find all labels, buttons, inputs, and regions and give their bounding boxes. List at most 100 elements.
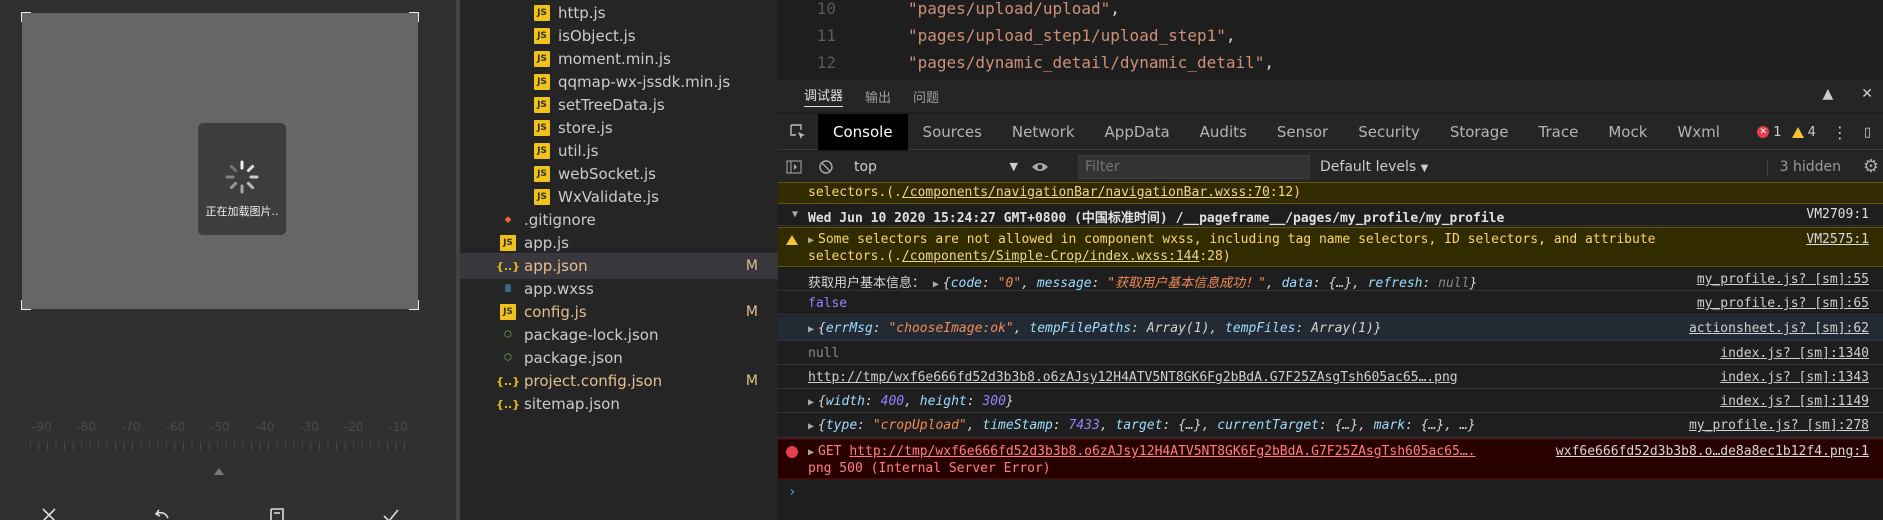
ruler-label: -40 (254, 420, 275, 434)
source-link[interactable]: my_profile.js? [sm]:55 (1697, 272, 1869, 287)
source-link[interactable]: my_profile.js? [sm]:278 (1689, 418, 1869, 433)
clear-console-icon[interactable] (810, 151, 842, 183)
source-link[interactable]: VM2575:1 (1806, 232, 1869, 247)
filter-input[interactable] (1078, 154, 1310, 179)
image-url-link[interactable]: http://tmp/wxf6e666fd52d3b3b8.o6zAJsy12H… (808, 370, 1458, 385)
context-value: top (854, 158, 877, 175)
code-string: "pages/dynamic_detail/dynamic_detail" (908, 53, 1265, 72)
source-link[interactable]: my_profile.js? [sm]:65 (1697, 296, 1869, 311)
tab-sources[interactable]: Sources (908, 114, 997, 150)
tab-trace[interactable]: Trace (1524, 114, 1594, 150)
file-name: moment.min.js (558, 50, 671, 68)
file-name: .gitignore (524, 211, 596, 229)
request-url-link[interactable]: http://tmp/wxf6e666fd52d3b3b8.o6zAJsy12H… (849, 444, 1475, 459)
file-name: sitemap.json (524, 395, 620, 413)
ruler-label: -30 (299, 420, 319, 434)
tab-sensor[interactable]: Sensor (1262, 114, 1343, 150)
crop-corner-top-right[interactable] (409, 12, 419, 22)
file-name: app.js (524, 234, 569, 252)
expand-triangle-icon[interactable]: ▶ (933, 279, 939, 290)
expand-triangle-icon[interactable]: ▶ (808, 235, 814, 246)
tab-storage[interactable]: Storage (1435, 114, 1524, 150)
tab-output[interactable]: 输出 (865, 87, 891, 106)
source-link[interactable]: VM2709:1 (1806, 207, 1869, 222)
line-number: 10 (816, 0, 836, 18)
code-punctuation: , (1225, 26, 1236, 45)
undo-icon[interactable] (154, 508, 172, 520)
js-file-icon: JS (500, 304, 516, 320)
ruler-label: -60 (165, 420, 186, 434)
dock-icon[interactable]: ▯ (1864, 125, 1871, 140)
crop-corner-top-left[interactable] (21, 12, 31, 22)
file-name: webSocket.js (558, 165, 656, 183)
source-link[interactable]: /components/Simple-Crop/index.wxss:144 (902, 249, 1199, 264)
tab-security[interactable]: Security (1343, 114, 1435, 150)
console-prompt-icon[interactable]: › (788, 484, 796, 500)
tab-debugger[interactable]: 调试器 (804, 85, 844, 107)
code-editor[interactable]: 10 "pages/upload/upload", 11 "pages/uplo… (778, 0, 1883, 72)
tab-network[interactable]: Network (997, 114, 1090, 150)
error-icon (786, 446, 798, 458)
chevron-down-icon: ▼ (1009, 160, 1018, 173)
console-group-header[interactable]: ▼ Wed Jun 10 2020 15:24:27 GMT+0800 (中国标… (778, 204, 1883, 226)
code-punctuation: , (1264, 53, 1275, 72)
group-title: Wed Jun 10 2020 15:24:27 GMT+0800 (中国标准时… (808, 211, 1505, 226)
console-warning: ▶ Some selectors are not allowed in compo… (778, 227, 1883, 267)
expand-triangle-icon[interactable]: ▶ (808, 421, 814, 432)
code-line: 11 "pages/upload_step1/upload_step1", (778, 22, 1236, 49)
file-name: setTreeData.js (558, 96, 665, 114)
crop-frame-icon[interactable] (268, 508, 286, 520)
warning-count-badge[interactable]: 4 (1791, 125, 1816, 140)
more-options-icon[interactable]: ⋮ (1826, 123, 1854, 142)
tab-wxml[interactable]: Wxml (1662, 114, 1735, 150)
source-link[interactable]: /components/navigationBar/navigationBar.… (902, 185, 1270, 200)
check-icon[interactable] (382, 508, 400, 520)
console-output[interactable]: selectors.(./components/navigationBar/na… (778, 182, 1883, 520)
source-link[interactable]: actionsheet.js? [sm]:62 (1689, 321, 1869, 336)
rotation-ruler[interactable]: -90 -80 -70 -60 -50 -40 -30 -20 -10 (30, 420, 410, 450)
settings-gear-icon[interactable]: ⚙ (1863, 156, 1879, 177)
console-log: null index.js? [sm]:1340 (778, 342, 1883, 365)
tab-appdata[interactable]: AppData (1090, 114, 1185, 150)
sidebar-toggle-icon[interactable] (778, 151, 810, 183)
maximize-panel-icon[interactable]: ▲ (1822, 86, 1833, 102)
source-link[interactable]: index.js? [sm]:1343 (1720, 370, 1869, 385)
file-item[interactable]: {..} sitemap.json (460, 391, 778, 417)
file-name: package-lock.json (524, 326, 659, 344)
context-selector[interactable]: top ▼ (854, 155, 1024, 179)
source-link[interactable]: wxf6e666fd52d3b3b8.o…de8a8ec1b12f4.png:1 (1556, 444, 1869, 459)
tab-problems[interactable]: 问题 (913, 87, 939, 106)
file-name: qqmap-wx-jssdk.min.js (558, 73, 731, 91)
inspect-element-icon[interactable] (778, 114, 818, 150)
tab-mock[interactable]: Mock (1593, 114, 1662, 150)
warning-icon (786, 235, 798, 245)
crop-corner-bottom-left[interactable] (21, 300, 31, 310)
image-crop-area[interactable]: 正在加载图片.. (21, 12, 419, 310)
source-link[interactable]: index.js? [sm]:1340 (1720, 346, 1869, 361)
code-line: 10 "pages/upload/upload", (778, 0, 1120, 22)
file-explorer: JS http.js JS isObject.js JS moment.min.js … (456, 0, 778, 520)
npm-hexagon-icon: ⬡ (504, 330, 512, 340)
eye-icon[interactable] (1024, 151, 1056, 183)
crop-corner-bottom-right[interactable] (409, 300, 419, 310)
tab-audits[interactable]: Audits (1185, 114, 1262, 150)
js-file-icon: JS (534, 166, 550, 182)
expand-triangle-icon[interactable]: ▶ (808, 324, 814, 335)
modified-badge: M (745, 373, 758, 389)
error-icon: ✕ (1757, 126, 1770, 138)
modified-badge: M (745, 304, 758, 320)
source-link[interactable]: index.js? [sm]:1149 (1720, 394, 1869, 409)
ruler-pointer-icon (214, 468, 224, 475)
console-error: ▶ GET http://tmp/wxf6e666fd52d3b3b8.o6zAJ… (778, 439, 1883, 479)
expand-triangle-icon[interactable]: ▶ (808, 447, 814, 458)
error-count-badge[interactable]: ✕ 1 (1757, 125, 1782, 140)
close-icon[interactable] (40, 508, 58, 520)
close-panel-icon[interactable]: ✕ (1861, 86, 1873, 102)
expand-triangle-icon[interactable]: ▶ (808, 397, 814, 408)
file-name: app.json (524, 257, 588, 275)
code-string: "pages/upload_step1/upload_step1" (908, 26, 1226, 45)
collapse-triangle-icon[interactable]: ▼ (792, 209, 798, 220)
log-levels-dropdown[interactable]: Default levels ▼ (1320, 159, 1428, 175)
chevron-down-icon: ▼ (1420, 162, 1429, 174)
tab-console[interactable]: Console (818, 113, 908, 150)
